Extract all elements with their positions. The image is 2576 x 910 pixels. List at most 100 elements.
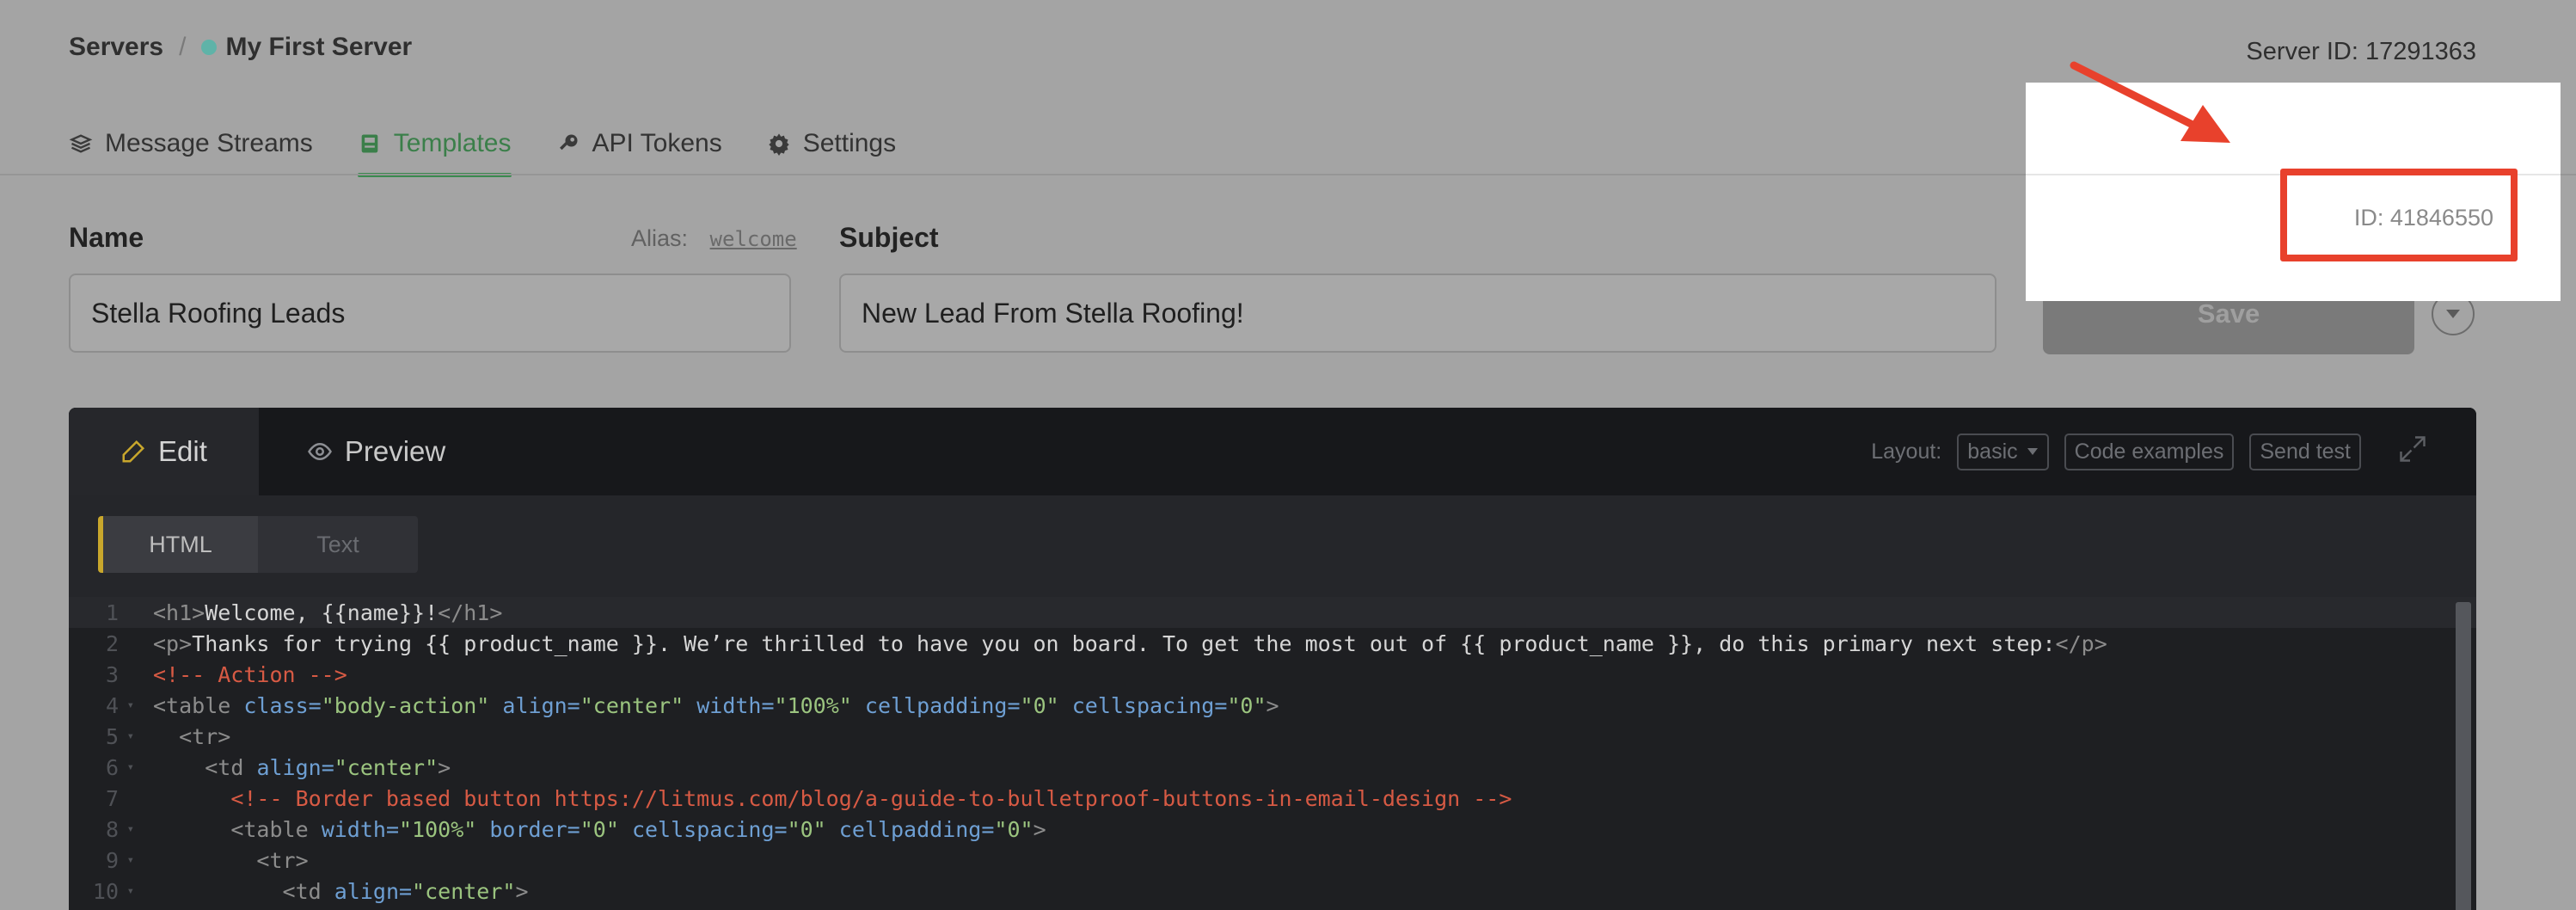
eye-icon <box>307 442 332 461</box>
code-line: 9 ▾ <tr> <box>69 845 2476 876</box>
code-token: "body-action" <box>321 692 490 718</box>
fold-icon[interactable]: ▾ <box>122 884 134 898</box>
code-token: > <box>515 878 529 904</box>
line-number: 1 <box>105 599 119 625</box>
editor-tabs: Edit Preview Layout: basic Code examples… <box>69 408 2476 495</box>
tab-edit[interactable]: Edit <box>69 408 259 495</box>
expand-button[interactable] <box>2397 433 2428 470</box>
pencil-icon <box>122 440 145 463</box>
fold-icon[interactable]: ▾ <box>122 729 134 743</box>
code-token: "0" <box>580 816 619 842</box>
breadcrumb-separator: / <box>179 33 187 61</box>
send-test-button[interactable]: Send test <box>2249 433 2361 470</box>
nav-item-message-streams[interactable]: Message Streams <box>69 114 313 174</box>
breadcrumb-server-name[interactable]: My First Server <box>225 33 412 62</box>
code-token: <td <box>282 878 322 904</box>
code-token: <!-- Action --> <box>153 661 347 687</box>
code-token: <tr> <box>179 723 231 749</box>
code-token: Welcome, {{name}}! <box>205 599 439 625</box>
editor-scrollbar[interactable] <box>2456 602 2471 910</box>
breadcrumb-servers-link[interactable]: Servers <box>69 33 163 62</box>
code-line: 8 ▾ <table width="100%" border="0" cellsp… <box>69 814 2476 845</box>
code-token: class= <box>243 692 322 718</box>
code-line: 2 <p>Thanks for trying {{ product_name }… <box>69 628 2476 659</box>
server-id-label: Server ID: <box>2246 38 2358 65</box>
line-number: 5 <box>105 723 119 749</box>
stack-icon <box>69 134 93 153</box>
code-line: 10 ▾ <td align="center"> <box>69 876 2476 907</box>
code-line: 7 <!-- Border based button https://litmu… <box>69 783 2476 814</box>
alias: Alias: welcome <box>631 225 797 252</box>
template-icon <box>361 134 378 153</box>
code-token: > <box>1266 692 1279 718</box>
code-token: cellpadding= <box>864 692 1021 718</box>
expand-icon <box>2400 435 2426 462</box>
fold-icon[interactable]: ▾ <box>122 822 134 836</box>
layout-select[interactable]: basic <box>1957 433 2049 470</box>
code-token: align= <box>256 754 334 780</box>
nav-item-settings[interactable]: Settings <box>767 114 896 174</box>
fold-icon[interactable]: ▾ <box>122 698 134 712</box>
code-token: "0" <box>1020 692 1059 718</box>
alias-label: Alias: <box>631 225 689 251</box>
nav-label: API Tokens <box>592 129 722 157</box>
tab-edit-label: Edit <box>158 435 207 467</box>
code-token: <!-- Border based button https://litmus.… <box>230 785 1512 811</box>
code-token: cellspacing= <box>631 816 788 842</box>
fold-icon[interactable]: ▾ <box>122 853 134 867</box>
code-token: "0" <box>787 816 826 842</box>
arrow-annotation-icon <box>2070 61 2230 143</box>
fold-icon[interactable]: ▾ <box>122 760 134 774</box>
subject-label: Subject <box>839 222 939 253</box>
code-token: align= <box>334 878 413 904</box>
breadcrumb: Servers / My First Server <box>69 33 412 62</box>
server-id-value: 17291363 <box>2364 38 2476 65</box>
name-input-value: Stella Roofing Leads <box>91 297 346 329</box>
code-token: <p> <box>153 630 193 656</box>
nav-item-templates[interactable]: Templates <box>357 114 512 177</box>
code-token: <tr> <box>256 847 309 873</box>
format-tabs-row: HTML Text <box>69 495 2476 597</box>
nav-label: Templates <box>393 129 512 157</box>
code-token: > <box>1033 816 1046 842</box>
code-token: <table <box>153 692 231 718</box>
line-number: 7 <box>105 785 119 811</box>
key-icon <box>559 134 577 151</box>
code-examples-button[interactable]: Code examples <box>2064 433 2235 470</box>
tab-text[interactable]: Text <box>258 516 418 573</box>
highlight-box <box>2280 169 2518 261</box>
code-token: "0" <box>994 816 1033 842</box>
tab-preview-label: Preview <box>344 435 446 467</box>
line-number: 4 <box>105 692 119 718</box>
code-token: <table <box>230 816 309 842</box>
code-token: "center" <box>412 878 516 904</box>
tab-html[interactable]: HTML <box>98 516 258 573</box>
subject-input[interactable]: New Lead From Stella Roofing! <box>839 274 1996 353</box>
alias-value[interactable]: welcome <box>695 227 797 251</box>
server-status-dot <box>201 40 218 55</box>
code-line: 1 <h1>Welcome, {{name}}!</h1> <box>69 597 2476 628</box>
code-token: "center" <box>334 754 439 780</box>
line-number: 10 <box>92 878 119 904</box>
code-token: cellpadding= <box>838 816 995 842</box>
code-line: 3 <!-- Action --> <box>69 659 2476 690</box>
code-token: width= <box>321 816 399 842</box>
name-label: Name <box>69 222 144 253</box>
code-editor[interactable]: 1 <h1>Welcome, {{name}}!</h1> 2 <p>Thank… <box>69 597 2476 910</box>
code-line: 5 ▾ <tr> <box>69 721 2476 752</box>
tab-preview[interactable]: Preview <box>259 408 494 495</box>
name-input[interactable]: Stella Roofing Leads <box>69 274 791 353</box>
server-id: Server ID: 17291363 <box>2246 38 2476 66</box>
chevron-down-icon <box>2027 448 2038 455</box>
layout-select-value: basic <box>1967 439 2018 464</box>
line-number: 8 <box>105 816 119 842</box>
nav-item-api-tokens[interactable]: API Tokens <box>556 114 722 174</box>
code-token: "100%" <box>399 816 477 842</box>
code-token: "100%" <box>774 692 852 718</box>
code-token: border= <box>489 816 580 842</box>
code-line: 6 ▾ <td align="center"> <box>69 752 2476 783</box>
gear-icon <box>769 133 789 156</box>
subject-input-value: New Lead From Stella Roofing! <box>862 297 1244 329</box>
code-token: > <box>438 754 451 780</box>
layout-label: Layout: <box>1871 439 1942 464</box>
